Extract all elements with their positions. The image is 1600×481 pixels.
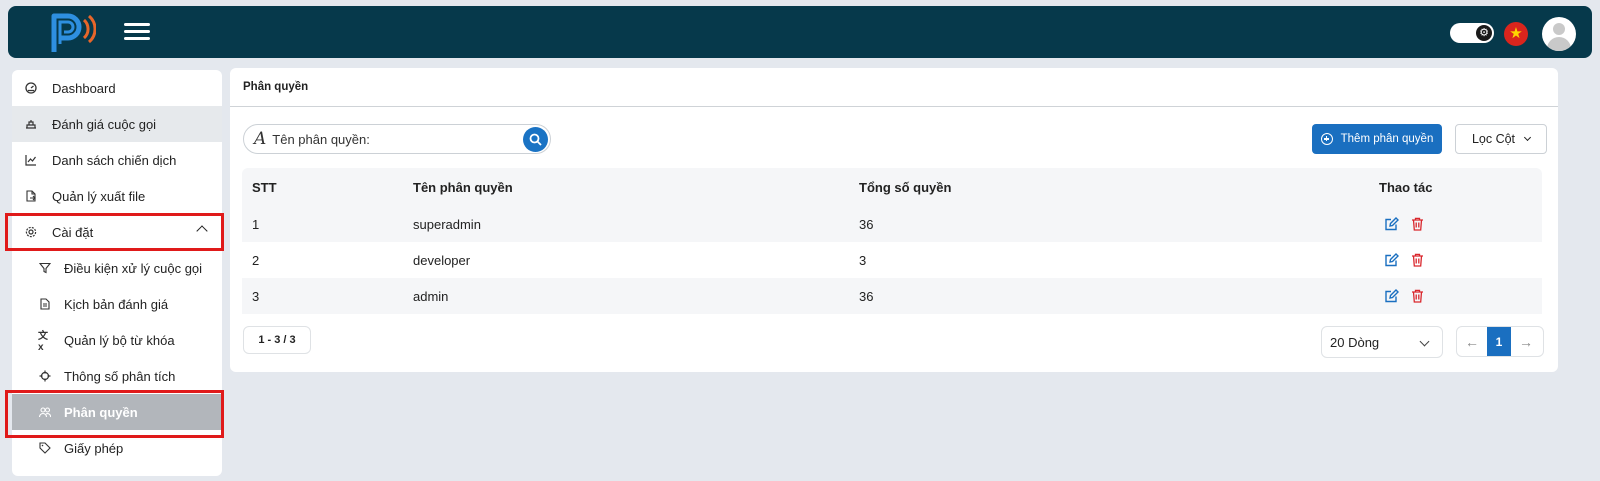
- cell-stt: 2: [252, 252, 260, 268]
- sidebar: Dashboard Đánh giá cuộc gọi Danh sách ch…: [12, 70, 222, 476]
- main-panel: Phân quyền A Thêm phân quyền Lọc Cột STT…: [230, 68, 1558, 372]
- sidebar-item-label: Điều kiện xử lý cuộc gọi: [64, 260, 203, 276]
- table-row[interactable]: 3 admin 36: [242, 278, 1542, 314]
- prev-page-icon[interactable]: ←: [1457, 327, 1487, 356]
- search-box: A: [243, 124, 551, 154]
- sidebar-item-label: Giấy phép: [64, 440, 124, 456]
- permissions-table: STT Tên phân quyền Tổng số quyền Thao tá…: [242, 168, 1542, 314]
- column-filter-label: Lọc Cột: [1471, 132, 1516, 146]
- sidebar-item-label: Kịch bản đánh giá: [64, 296, 169, 312]
- user-avatar[interactable]: [1542, 17, 1576, 51]
- rows-per-page-select[interactable]: 20 Dòng: [1321, 326, 1443, 358]
- sidebar-item-license[interactable]: Giấy phép: [12, 430, 222, 466]
- row-actions: [1385, 253, 1424, 267]
- column-header[interactable]: STT: [252, 180, 277, 195]
- column-header[interactable]: Thao tác: [1379, 180, 1432, 195]
- page-title: Phân quyền: [243, 81, 309, 93]
- page-button-current[interactable]: 1: [1487, 327, 1511, 356]
- sidebar-item-label: Phân quyền: [64, 404, 138, 420]
- sidebar-item-analysis-params[interactable]: Thông số phân tích: [12, 358, 222, 394]
- top-bar: ⚙ ★: [8, 6, 1592, 58]
- range-end: 3: [274, 334, 281, 346]
- sidebar-item-review-scripts[interactable]: Kịch bản đánh giá: [12, 286, 222, 322]
- sidebar-item-label: Cài đặt: [52, 224, 94, 240]
- add-permission-label: Thêm phân quyền: [1340, 133, 1434, 145]
- cell-total: 36: [859, 216, 874, 232]
- delete-icon[interactable]: [1411, 253, 1424, 267]
- app-logo[interactable]: [44, 10, 96, 54]
- sidebar-item-label: Đánh giá cuộc gọi: [52, 116, 157, 132]
- sidebar-item-label: Thông số phân tích: [64, 368, 176, 384]
- text-field-icon: A: [254, 129, 267, 149]
- column-header[interactable]: Tổng số quyền: [859, 180, 951, 195]
- edit-icon[interactable]: [1385, 253, 1399, 267]
- next-page-icon[interactable]: →: [1511, 327, 1541, 356]
- call-review-icon: [24, 117, 38, 131]
- chevron-down-icon: [1524, 133, 1532, 142]
- theme-toggle[interactable]: ⚙: [1450, 23, 1494, 43]
- row-actions: [1385, 289, 1424, 303]
- sidebar-item-call-conditions[interactable]: Điều kiện xử lý cuộc gọi: [12, 250, 222, 286]
- chevron-down-icon: [1419, 336, 1430, 347]
- sidebar-item-file-export[interactable]: Quản lý xuất file: [12, 178, 222, 214]
- sidebar-item-label: Quản lý bộ từ khóa: [64, 332, 175, 348]
- search-icon: [529, 133, 542, 146]
- sidebar-item-settings[interactable]: Cài đặt: [12, 214, 222, 250]
- sidebar-item-permissions[interactable]: Phân quyền: [12, 394, 222, 430]
- hamburger-menu-icon[interactable]: [124, 23, 150, 41]
- file-export-icon: [24, 189, 38, 203]
- row-actions: [1385, 217, 1424, 231]
- plus-circle-icon: [1320, 133, 1333, 145]
- table-row[interactable]: 2 developer 3: [242, 242, 1542, 278]
- cell-name: admin: [413, 288, 449, 304]
- delete-icon[interactable]: [1411, 289, 1424, 303]
- table-header: STT Tên phân quyền Tổng số quyền Thao tá…: [242, 168, 1542, 206]
- sidebar-item-dashboard[interactable]: Dashboard: [12, 70, 222, 106]
- sidebar-item-label: Danh sách chiến dịch: [52, 152, 177, 168]
- table-row[interactable]: 1 superadmin 36: [242, 206, 1542, 242]
- filter-icon: [38, 261, 52, 275]
- range-start: 1: [258, 334, 265, 346]
- cell-total: 36: [859, 288, 874, 304]
- cell-total: 3: [859, 252, 867, 268]
- sidebar-item-call-review[interactable]: Đánh giá cuộc gọi: [12, 106, 222, 142]
- cell-name: superadmin: [413, 216, 481, 232]
- vietnam-flag-icon[interactable]: ★: [1504, 22, 1528, 46]
- sidebar-item-keywords[interactable]: 文x Quản lý bộ từ khóa: [12, 322, 222, 358]
- range-total: 3: [289, 334, 296, 346]
- column-filter-button[interactable]: Lọc Cột: [1455, 124, 1547, 154]
- cell-name: developer: [413, 252, 471, 268]
- rows-per-page-value: 20 Dòng: [1330, 334, 1380, 350]
- add-permission-button[interactable]: Thêm phân quyền: [1312, 124, 1442, 154]
- record-range: 1 - 3 / 3: [243, 326, 311, 354]
- search-button[interactable]: [523, 127, 548, 152]
- divider: [230, 106, 1558, 107]
- settings-icon: [24, 225, 38, 239]
- chevron-up-icon[interactable]: [196, 225, 208, 237]
- translate-icon: 文x: [38, 331, 48, 353]
- sidebar-item-campaigns[interactable]: Danh sách chiến dịch: [12, 142, 222, 178]
- cell-stt: 3: [252, 288, 260, 304]
- crosshair-icon: [38, 369, 52, 383]
- edit-icon[interactable]: [1385, 289, 1399, 303]
- search-input[interactable]: [272, 131, 513, 147]
- cell-stt: 1: [252, 216, 260, 232]
- document-icon: [38, 297, 52, 311]
- pagination: ← 1 →: [1456, 326, 1544, 357]
- gear-icon: ⚙: [1476, 25, 1492, 41]
- users-icon: [38, 405, 52, 419]
- chart-line-icon: [24, 153, 38, 167]
- sidebar-item-label: Quản lý xuất file: [52, 188, 146, 204]
- edit-icon[interactable]: [1385, 217, 1399, 231]
- sidebar-item-label: Dashboard: [52, 80, 116, 96]
- dashboard-icon: [24, 81, 38, 95]
- column-header[interactable]: Tên phân quyền: [413, 180, 513, 195]
- delete-icon[interactable]: [1411, 217, 1424, 231]
- tag-icon: [38, 441, 52, 455]
